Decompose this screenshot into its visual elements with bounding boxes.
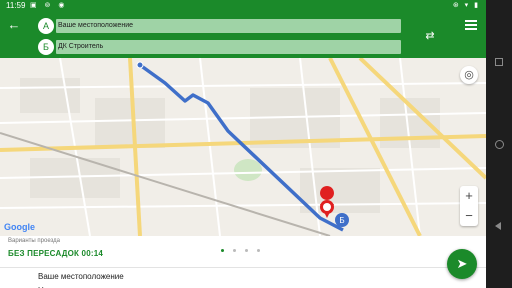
home-icon[interactable] (495, 140, 504, 149)
menu-icon[interactable] (465, 20, 477, 30)
swap-icon[interactable]: ⇄ (422, 29, 438, 43)
navigation-icon: ➤ (456, 256, 468, 271)
notification-icons: ▣ ⊚ ◉ (30, 2, 68, 9)
navigate-button[interactable]: ➤ (447, 249, 477, 279)
recents-icon[interactable] (495, 58, 503, 66)
to-input[interactable]: ДК Строитель (56, 40, 401, 54)
route-step: Ваше местоположение (38, 272, 124, 281)
back-arrow-icon[interactable]: ← (6, 17, 22, 33)
map-canvas: Б (0, 56, 486, 237)
current-location-dot (136, 61, 144, 69)
from-row: А Ваше местоположение (38, 18, 402, 34)
from-input[interactable]: Ваше местоположение (56, 19, 401, 33)
to-row: Б ДК Строитель (38, 39, 402, 55)
page-indicator (221, 239, 269, 257)
to-badge: Б (38, 39, 54, 55)
status-bar: 11:59 ▣ ⊚ ◉ ⊛ ▾ ▮ (0, 0, 486, 12)
status-time: 11:59 (6, 1, 26, 10)
route-header: ← А Ваше местоположение Б ДК Строитель ⇄ (0, 12, 486, 58)
divider (0, 267, 486, 268)
back-icon[interactable] (495, 222, 501, 230)
svg-text:Б: Б (339, 216, 344, 225)
android-nav-bar (486, 0, 512, 288)
app-screen: 11:59 ▣ ⊚ ◉ ⊛ ▾ ▮ ← А Ваше местоположени… (0, 0, 486, 288)
my-location-icon[interactable]: ◎ (460, 66, 478, 84)
zoom-controls: + − (460, 186, 478, 226)
from-badge: А (38, 18, 54, 34)
map-view[interactable]: Б (0, 56, 486, 237)
route-options-sheet: Варианты проезда БЕЗ ПЕРЕСАДОК 00:14 Ваш… (0, 236, 486, 288)
dest-badge-marker: Б (335, 213, 349, 227)
google-logo: Google (4, 222, 35, 232)
route-option-title[interactable]: БЕЗ ПЕРЕСАДОК 00:14 (8, 249, 103, 258)
zoom-in-icon[interactable]: + (460, 186, 478, 206)
sheet-label: Варианты проезда (8, 238, 60, 244)
system-icons: ⊛ ▾ ▮ (452, 2, 480, 9)
zoom-out-icon[interactable]: − (460, 206, 478, 226)
